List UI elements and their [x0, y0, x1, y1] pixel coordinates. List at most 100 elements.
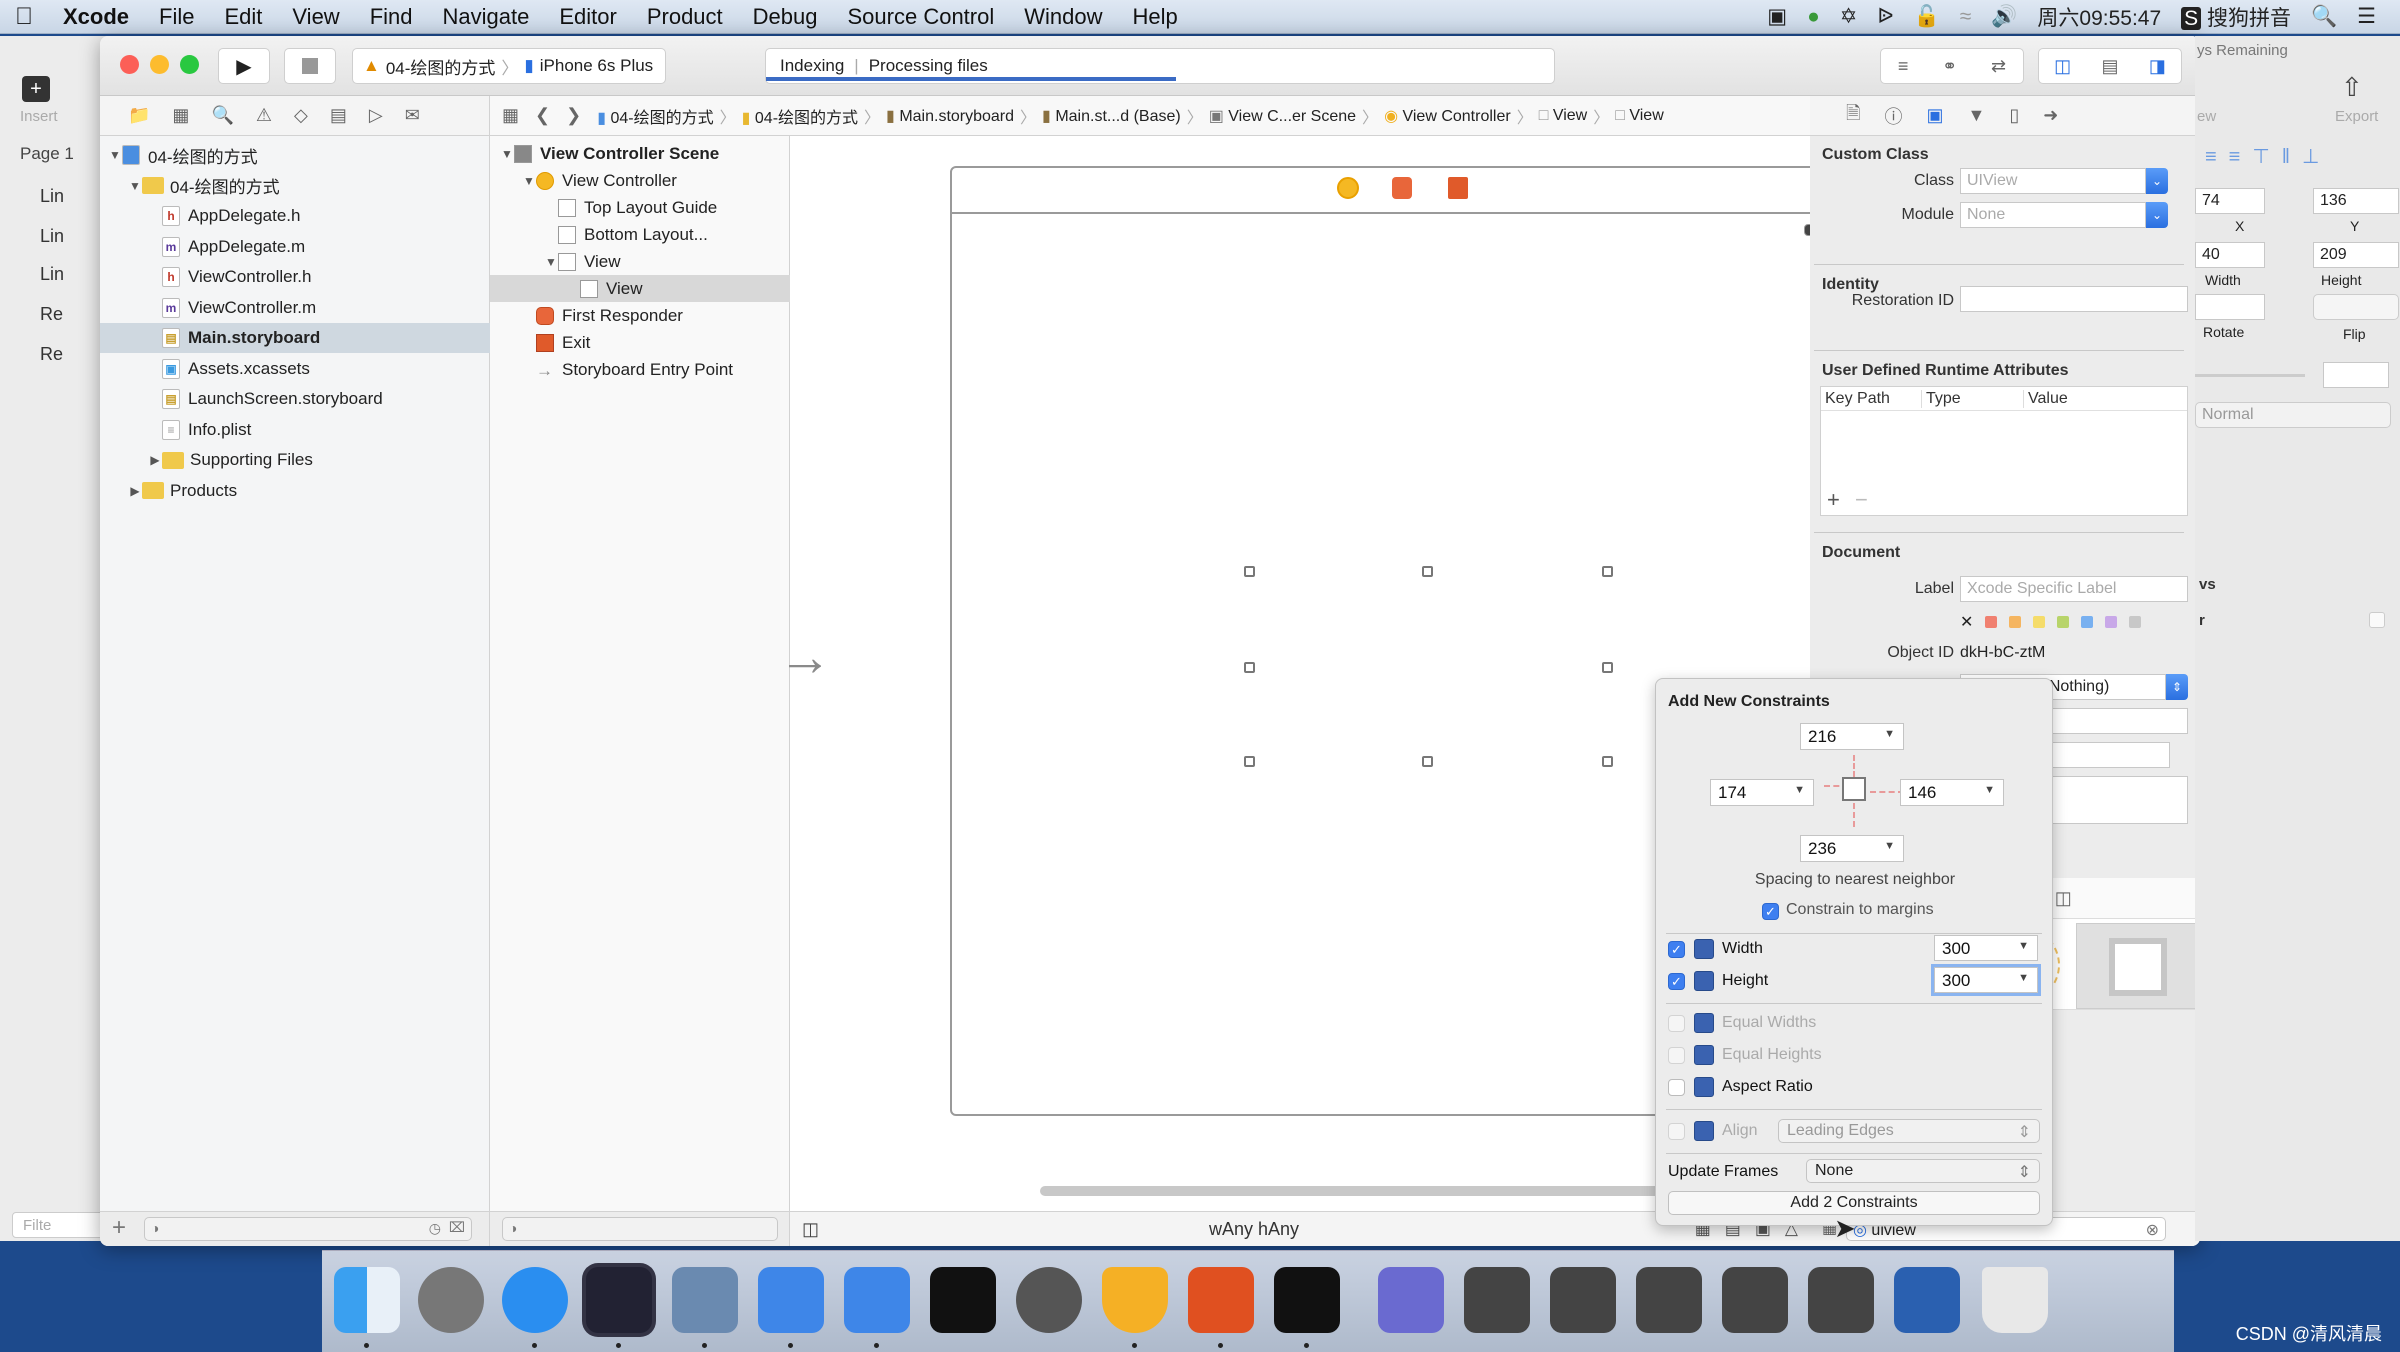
- section-checkbox[interactable]: [2369, 612, 2385, 628]
- chevron-down-icon[interactable]: ▼: [1884, 728, 1895, 740]
- align-toolbar[interactable]: ≡≡⊤‖⊥: [2205, 144, 2331, 169]
- size-inspector-icon[interactable]: ▯: [2009, 105, 2019, 126]
- terminal-icon[interactable]: [930, 1267, 996, 1333]
- simulator-icon[interactable]: [844, 1267, 910, 1333]
- outline-item[interactable]: → Storyboard Entry Point: [490, 356, 790, 383]
- related-items-icon[interactable]: ▦: [502, 105, 519, 126]
- finder-icon[interactable]: [334, 1267, 400, 1333]
- resize-handle[interactable]: [1602, 756, 1613, 767]
- jump-item[interactable]: ▮ Main.st...d (Base): [1042, 106, 1181, 126]
- first-responder-icon[interactable]: [1392, 177, 1412, 199]
- spotlight-icon[interactable]: 🔍: [2311, 5, 2337, 29]
- navigator-item[interactable]: ▼ 04-绘图的方式: [100, 171, 490, 201]
- xcode-icon[interactable]: [758, 1267, 824, 1333]
- wifi-icon[interactable]: ≈: [1960, 5, 1972, 29]
- navigator-item[interactable]: h AppDelegate.h: [100, 201, 490, 231]
- scm-filter-icon[interactable]: ⌧: [449, 1219, 465, 1236]
- resize-handle[interactable]: [1602, 566, 1613, 577]
- screenshot-icon[interactable]: [1550, 1267, 1616, 1333]
- export-icon[interactable]: ⇧: [2341, 72, 2363, 103]
- attributes-inspector-icon[interactable]: ▼: [1968, 105, 1986, 126]
- bluetooth-icon[interactable]: ᐉ: [1877, 4, 1893, 29]
- outline-toggle-icon[interactable]: ◫: [802, 1219, 819, 1240]
- utilities-toggle-icon[interactable]: ◨: [2149, 56, 2166, 77]
- volume-icon[interactable]: 🔊: [1991, 5, 2017, 29]
- equal-heights-checkbox[interactable]: [1668, 1047, 1685, 1064]
- layer-item[interactable]: Lin: [40, 264, 64, 285]
- screenshot-icon[interactable]: [1808, 1267, 1874, 1333]
- chevron-down-icon[interactable]: ▼: [2018, 972, 2029, 984]
- rotate-field[interactable]: [2195, 294, 2265, 320]
- minimize-button[interactable]: [150, 55, 169, 74]
- stop-button[interactable]: [284, 48, 336, 84]
- paw-icon[interactable]: [1188, 1267, 1254, 1333]
- outline-item[interactable]: First Responder: [490, 302, 790, 329]
- entry-point-arrow[interactable]: →: [778, 626, 832, 688]
- resize-handle[interactable]: [1422, 756, 1433, 767]
- forward-icon[interactable]: ❯: [566, 105, 581, 126]
- identity-inspector-icon[interactable]: ▣: [1926, 105, 1943, 126]
- width-field[interactable]: 300 ▼: [1934, 935, 2038, 961]
- trial-remaining[interactable]: ys Remaining: [2197, 42, 2288, 59]
- page-selector[interactable]: Page 1: [20, 144, 74, 164]
- menu-file[interactable]: File: [144, 4, 209, 30]
- opacity-slider[interactable]: [2195, 374, 2305, 377]
- navigator-item[interactable]: ▶ Products: [100, 476, 490, 506]
- module-dropdown-button[interactable]: ⌄: [2146, 202, 2168, 228]
- navigator-item[interactable]: ▤ LaunchScreen.storyboard: [100, 384, 490, 414]
- jump-item[interactable]: ▮ Main.storyboard: [886, 106, 1014, 126]
- screenshot-icon[interactable]: [1636, 1267, 1702, 1333]
- bottom-spacing-field[interactable]: 236 ▼: [1800, 835, 1904, 862]
- resize-handle[interactable]: [1244, 756, 1255, 767]
- library-item-selected[interactable]: [2076, 923, 2200, 1009]
- update-frames-select[interactable]: None ⇕: [1806, 1159, 2040, 1183]
- constrain-margins-checkbox[interactable]: ✓: [1762, 903, 1779, 920]
- menu-find[interactable]: Find: [355, 4, 428, 30]
- connections-inspector-icon[interactable]: ➜: [2043, 105, 2058, 126]
- issue-navigator-icon[interactable]: ⚠: [256, 105, 272, 126]
- layer-item[interactable]: Re: [40, 344, 63, 365]
- aspect-ratio-checkbox[interactable]: [1668, 1079, 1685, 1096]
- class-dropdown-button[interactable]: ⌄: [2146, 168, 2168, 194]
- input-method[interactable]: S 搜狗拼音: [2181, 2, 2291, 32]
- close-button[interactable]: [120, 55, 139, 74]
- label-color-swatch[interactable]: [2129, 616, 2142, 628]
- breakpoint-navigator-icon[interactable]: ▷: [369, 105, 383, 126]
- view-button[interactable]: ew: [2197, 108, 2216, 125]
- safari-icon[interactable]: [502, 1267, 568, 1333]
- module-field[interactable]: None: [1960, 202, 2146, 228]
- screenshot-icon[interactable]: [1722, 1267, 1788, 1333]
- outline-item[interactable]: View: [490, 275, 790, 302]
- system-preferences-icon[interactable]: [1016, 1267, 1082, 1333]
- outline-item[interactable]: Top Layout Guide: [490, 194, 790, 221]
- scheme-selector[interactable]: ▲ 04-绘图的方式 〉 ▮ iPhone 6s Plus: [352, 48, 666, 84]
- label-color-swatch[interactable]: [2033, 616, 2046, 628]
- column-header[interactable]: Key Path: [1821, 390, 1921, 408]
- sketch-icon[interactable]: [1102, 1267, 1168, 1333]
- height-checkbox[interactable]: ✓: [1668, 973, 1685, 990]
- right-strut[interactable]: [1870, 791, 1904, 793]
- layer-item[interactable]: Re: [40, 304, 63, 325]
- screenshot-icon[interactable]: [1464, 1267, 1530, 1333]
- label-color-swatch[interactable]: [2057, 616, 2070, 628]
- outline-item[interactable]: ▼ View Controller Scene: [490, 140, 790, 167]
- label-field[interactable]: Xcode Specific Label: [1960, 576, 2188, 602]
- symbol-navigator-icon[interactable]: ▦: [172, 105, 189, 126]
- layer-item[interactable]: Lin: [40, 226, 64, 247]
- align-checkbox[interactable]: [1668, 1123, 1685, 1140]
- report-navigator-icon[interactable]: ✉: [405, 105, 420, 126]
- standard-editor-icon[interactable]: ≡: [1898, 56, 1909, 77]
- column-header[interactable]: Type: [1921, 389, 2023, 408]
- file-inspector-icon[interactable]: 🗎: [1846, 101, 1860, 131]
- jump-item[interactable]: ▮ 04-绘图的方式: [742, 104, 858, 128]
- disclosure-expanded-icon[interactable]: ▼: [128, 179, 142, 193]
- clock[interactable]: 周六09:55:47: [2037, 2, 2161, 32]
- add-constraints-button[interactable]: Add 2 Constraints: [1668, 1191, 2040, 1215]
- label-color-swatch[interactable]: [2009, 616, 2022, 628]
- menu-window[interactable]: Window: [1009, 4, 1117, 30]
- disclosure-collapsed-icon[interactable]: ▶: [128, 484, 142, 498]
- assistant-editor-icon[interactable]: ⚭: [1942, 56, 1957, 77]
- height-field[interactable]: 209: [2313, 242, 2399, 268]
- flip-buttons[interactable]: [2313, 294, 2399, 320]
- menu-debug[interactable]: Debug: [738, 4, 833, 30]
